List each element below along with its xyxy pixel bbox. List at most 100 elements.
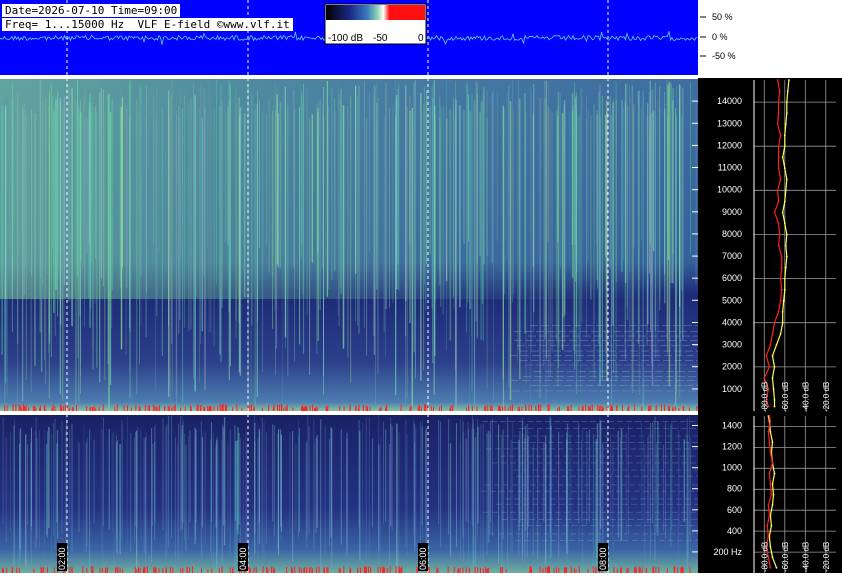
freq-tick-label: 3000: [722, 340, 742, 350]
freq-tick-label: 4000: [722, 318, 742, 328]
spectrogram-separator: [0, 411, 698, 415]
spectrum-point: [779, 299, 782, 302]
freq-tick-label: 6000: [722, 273, 742, 283]
spectrum-db-tick: -60.0 dB: [781, 542, 790, 572]
header-frequency-info: Freq= 1...15000 Hz VLF E-field ©www.vlf.…: [2, 18, 293, 31]
spectrum-point: [773, 399, 776, 401]
colorbar-label-min: -100 dB: [328, 33, 363, 44]
freq-tick-label: 8000: [722, 229, 742, 239]
freq-tick-label: 1000: [722, 384, 742, 394]
spectrum-point: [767, 430, 770, 433]
spectrum-db-tick: -20.0 dB: [822, 382, 831, 412]
freq-tick-label: 11000: [718, 163, 742, 173]
spectrum-point: [770, 493, 773, 496]
spectrum-point: [769, 343, 772, 346]
spectrum-point: [771, 377, 774, 379]
spectrum-point: [785, 178, 788, 181]
freq-tick-label: 2000: [722, 362, 742, 372]
spectrum-point: [768, 366, 771, 368]
spectrum-db-tick: -60.0 dB: [781, 382, 790, 412]
colorbar: -100 dB -50 0: [324, 3, 427, 45]
spectrum-point: [777, 244, 780, 247]
spectrum-point: [769, 566, 772, 569]
spectrum-point: [784, 244, 787, 247]
spectrum-point: [773, 366, 776, 368]
freq-tick-label-low: 600: [727, 505, 742, 515]
spectrum-point: [781, 321, 784, 324]
spectrum-point: [773, 405, 776, 408]
freq-tick-label-low: 200 Hz: [713, 547, 742, 557]
panel-separator: [0, 75, 698, 79]
spectrum-point: [771, 556, 774, 559]
freq-tick-label: 5000: [722, 295, 742, 305]
time-label: 02:00: [57, 547, 67, 570]
spectrum-point: [783, 167, 786, 170]
spectrum-point: [777, 310, 780, 313]
spectrum-db-tick: -40.0 dB: [801, 542, 810, 572]
freq-tick-label: 7000: [722, 251, 742, 261]
spectrum-point: [785, 112, 788, 114]
time-label: 06:00: [418, 547, 428, 570]
spectrum-point: [776, 79, 779, 81]
spectrum-point: [780, 266, 783, 269]
spectrum-point: [785, 255, 788, 258]
amp-label-zero: 0 %: [712, 32, 728, 42]
spectrum-point: [769, 451, 772, 454]
spectrum-point: [783, 277, 786, 280]
freq-tick-label: 10000: [717, 185, 742, 195]
spectrum-point: [781, 211, 784, 214]
spectrum-point: [778, 233, 781, 236]
freq-tick-label-low: 1200: [722, 442, 742, 452]
spectrum-point: [769, 420, 772, 423]
spectrum-point: [782, 299, 785, 302]
spectrum-point: [777, 156, 780, 159]
spectrum-point: [769, 545, 772, 548]
vlf-spectrogram-screen: 14000 13000 12000 11000 10000 9000 8000 7000 600…: [0, 0, 842, 573]
freq-tick-label: 13000: [717, 118, 742, 128]
spectrum-point: [765, 354, 768, 357]
spectrum-point: [768, 472, 771, 475]
spectrum-point: [772, 388, 775, 390]
spectrum-point: [779, 134, 782, 137]
spectrum-point: [776, 123, 779, 125]
spectrum-point: [771, 354, 774, 357]
spectrum-point: [777, 145, 780, 148]
spectrum-point: [779, 178, 782, 181]
spectrum-point: [785, 233, 788, 236]
spectrum-point: [784, 123, 787, 125]
spectrum-point: [763, 377, 766, 379]
spectrum-point: [777, 101, 780, 103]
spectrum-point: [783, 288, 786, 291]
spectrum-point: [788, 79, 790, 81]
spectrum-point: [773, 211, 776, 214]
spectrum-point: [785, 101, 788, 103]
freq-tick-label: 12000: [717, 140, 742, 150]
spectrum-point: [768, 514, 771, 517]
spectrum-point: [771, 332, 774, 335]
time-label: 04:00: [238, 547, 248, 570]
time-label: 08:00: [598, 547, 608, 570]
amp-label-pos50: 50 %: [712, 12, 733, 22]
spectrum-point: [783, 145, 786, 148]
spectrum-point: [772, 493, 775, 496]
spectrum-point: [767, 504, 770, 506]
header-date-time: Date=2026-07-10 Time=09:00: [2, 4, 181, 17]
freq-tick-label: 9000: [722, 207, 742, 217]
spectrum-point: [768, 441, 771, 444]
spectrum-point: [783, 200, 786, 203]
spectrum-point: [781, 310, 784, 313]
spectrum-point: [771, 504, 774, 506]
spectrum-point: [771, 462, 774, 464]
spectrum-point: [767, 535, 770, 538]
spectrum-point: [769, 430, 772, 433]
spectrum-point: [775, 343, 778, 346]
freq-tick-label: 14000: [717, 96, 742, 106]
spectrum-point: [773, 472, 776, 475]
spectrum-point: [783, 134, 786, 137]
spectrum-point: [778, 90, 781, 92]
freq-tick-label-low: 1400: [722, 421, 742, 431]
spectrum-point: [771, 441, 774, 444]
spectrum-point: [786, 90, 789, 92]
spectrum-point: [777, 222, 780, 225]
spectrum-db-tick: -80.0 dB: [760, 542, 769, 572]
